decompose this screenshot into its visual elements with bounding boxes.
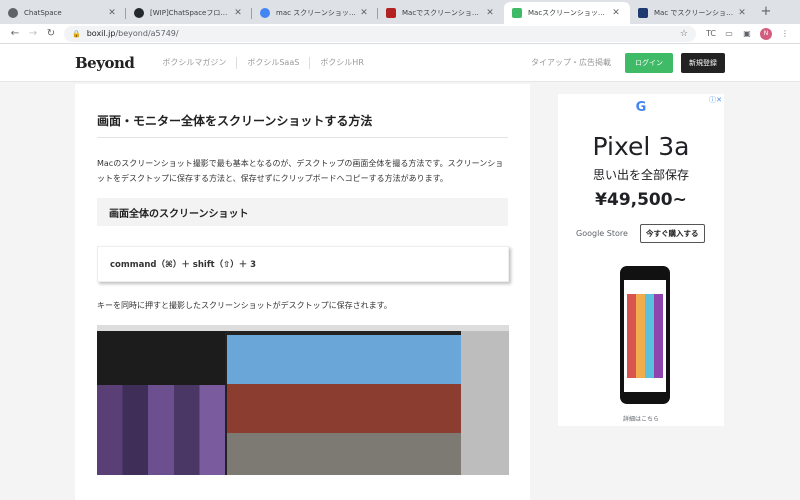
keyboard-shortcut-box: command（⌘）＋ shift（⇧）＋ 3 — [97, 246, 509, 283]
tab-close-icon[interactable]: ✕ — [358, 8, 370, 18]
back-arrow-icon[interactable]: ← — [6, 28, 24, 39]
tab-close-icon[interactable]: ✕ — [610, 8, 622, 18]
tab-favicon-icon — [386, 8, 396, 18]
google-icon — [260, 8, 270, 18]
lock-icon: 🔒 — [72, 29, 81, 38]
tab-close-icon[interactable]: ✕ — [232, 8, 244, 18]
tab-title: [WIP]ChatSpaceフロント実装 — [150, 9, 232, 17]
menu-kebab-icon[interactable]: ⋮ — [776, 29, 794, 38]
cast-icon[interactable]: ▭ — [720, 29, 738, 38]
shortcut-caption: キーを同時に押すと撮影したスクリーンショットがデスクトップに保存されます。 — [97, 301, 392, 311]
browser-tab[interactable]: ChatSpace ✕ — [0, 2, 126, 24]
nav-link-hr[interactable]: ボクシルHR — [310, 57, 374, 68]
section-paragraph: Macのスクリーンショット撮影で最も基本となるのが、デスクトップの画面全体を撮る… — [97, 159, 504, 184]
article-body: 画面・モニター全体をスクリーンショットする方法 Macのスクリーンショット撮影で… — [75, 84, 530, 500]
site-logo[interactable]: Beyond — [75, 54, 135, 72]
new-tab-button[interactable]: + — [756, 2, 776, 24]
phone-image — [620, 266, 670, 404]
tab-title: mac スクリーンショット - Goo — [276, 9, 358, 17]
section-heading: 画面・モニター全体をスクリーンショットする方法 — [97, 112, 508, 138]
reload-icon[interactable]: ↻ — [42, 28, 60, 39]
bookmark-star-icon[interactable]: ☆ — [680, 29, 688, 39]
ad-tagline: 思い出を全部保存 — [592, 168, 689, 182]
tab-title: ChatSpace — [24, 9, 62, 17]
mixer-header — [97, 331, 225, 386]
url-domain: boxil.jp — [86, 29, 116, 38]
ad-buy-button[interactable]: 今すぐ購入する — [640, 224, 705, 243]
ad-product-name: Pixel 3a — [592, 132, 690, 161]
tab-title: Macでスクリーンショットを撮 — [402, 9, 484, 17]
google-g-icon: G — [635, 100, 647, 115]
extension-icon[interactable]: TC — [702, 29, 720, 38]
tab-favicon-icon — [638, 8, 648, 18]
phone-screen — [624, 280, 666, 392]
tab-close-icon[interactable]: ✕ — [736, 8, 748, 18]
tab-title: Mac でスクリーンショットを撮 — [654, 9, 736, 17]
github-icon — [134, 8, 144, 18]
browser-tab[interactable]: Mac でスクリーンショットを撮✕ — [630, 2, 756, 24]
address-bar[interactable]: 🔒 boxil.jp/beyond/a5749/ ☆ — [64, 25, 696, 42]
tab-favicon-icon — [8, 8, 18, 18]
browser-tab[interactable]: Macでスクリーンショットを撮✕ — [378, 2, 504, 24]
forward-arrow-icon[interactable]: → — [24, 28, 42, 39]
ad-price: ¥49,500~ — [595, 190, 687, 210]
side-panel — [461, 331, 509, 476]
profile-avatar[interactable]: N — [760, 27, 772, 40]
ad-details-link[interactable]: 詳細はこちら — [558, 414, 724, 423]
ad-store-label: Google Store — [576, 229, 628, 238]
tab-title: Macスクリーンショット方法 | — [528, 9, 610, 17]
subsection-heading: 画面全体のスクリーンショット — [97, 198, 508, 227]
browser-tab[interactable]: mac スクリーンショット - Goo✕ — [252, 2, 378, 24]
browser-tab-active[interactable]: Macスクリーンショット方法 |✕ — [504, 2, 630, 24]
tab-favicon-icon — [512, 8, 522, 18]
photo-grid — [627, 294, 663, 378]
browser-toolbar: ← → ↻ 🔒 boxil.jp/beyond/a5749/ ☆ TC ▭ ▣ … — [0, 24, 800, 44]
tab-close-icon[interactable]: ✕ — [106, 8, 118, 18]
site-header: Beyond ボクシルマガジン ボクシルSaaS ボクシルHR タイアップ・広告… — [0, 44, 800, 82]
signup-button[interactable]: 新規登録 — [681, 52, 725, 73]
browser-tab-strip: ChatSpace✕ [WIP]ChatSpaceフロント実装✕ mac スクリ… — [0, 0, 800, 24]
tab-close-icon[interactable]: ✕ — [484, 8, 496, 18]
building-photo — [227, 335, 461, 476]
advertisement[interactable]: ⓘ✕ G Pixel 3a 思い出を全部保存 ¥49,500~ Google S… — [558, 94, 724, 426]
tieup-link[interactable]: タイアップ・広告掲載 — [531, 57, 611, 68]
extension-icon[interactable]: ▣ — [738, 29, 756, 38]
nav-link-magazine[interactable]: ボクシルマガジン — [152, 57, 236, 68]
url-path: /beyond/a5749/ — [115, 29, 179, 38]
web-page: Beyond ボクシルマガジン ボクシルSaaS ボクシルHR タイアップ・広告… — [0, 44, 800, 500]
login-button[interactable]: ログイン — [625, 52, 673, 73]
browser-tab[interactable]: [WIP]ChatSpaceフロント実装✕ — [126, 2, 252, 24]
screenshot-image — [97, 325, 509, 476]
nav-link-saas[interactable]: ボクシルSaaS — [237, 57, 309, 68]
